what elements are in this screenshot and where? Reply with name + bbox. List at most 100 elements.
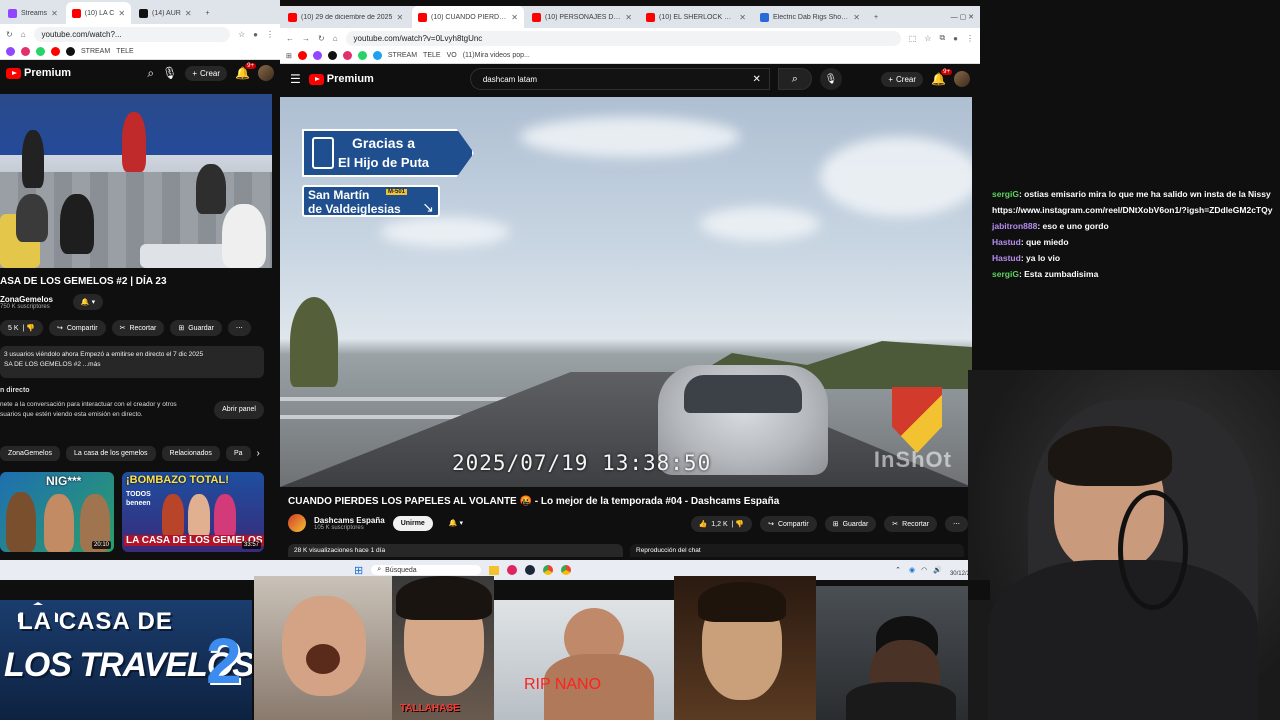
save-button[interactable]: ⊞ Guardar bbox=[170, 320, 222, 336]
bookmark-icon[interactable] bbox=[6, 47, 15, 56]
app-icon[interactable] bbox=[507, 565, 518, 575]
folder-icon[interactable] bbox=[489, 565, 500, 575]
bookmark-icon[interactable] bbox=[312, 51, 322, 60]
chat-replay-header[interactable]: Reproducción del chat bbox=[630, 544, 964, 557]
mic-icon[interactable]: 🎙 bbox=[819, 68, 842, 90]
open-panel-button[interactable]: Abrir panel bbox=[214, 401, 264, 419]
clear-icon[interactable]: ✕ bbox=[752, 74, 760, 85]
reload-icon[interactable]: ↻ bbox=[6, 30, 13, 39]
search-icon[interactable]: ⌕ bbox=[147, 66, 154, 81]
star-icon[interactable]: ☆ bbox=[238, 30, 245, 39]
left-description-box[interactable]: 3 usuarios viéndolo ahora Empezó a emiti… bbox=[0, 346, 264, 378]
bookmark-folder[interactable]: STREAM bbox=[388, 52, 417, 59]
bookmark-icon[interactable] bbox=[21, 47, 30, 56]
close-icon[interactable]: ✕ bbox=[396, 13, 403, 22]
tray-chevron-icon[interactable]: ⌃ bbox=[895, 566, 901, 574]
like-button[interactable]: 👍 1,2 K | 👎 bbox=[690, 516, 753, 532]
close-icon[interactable]: ✕ bbox=[853, 13, 860, 22]
left-tab-1[interactable]: (10) LA C ✕ bbox=[65, 2, 132, 24]
more-button[interactable]: ⋯ bbox=[227, 320, 251, 336]
more-button[interactable]: ⋯ bbox=[945, 516, 968, 532]
chrome-icon[interactable] bbox=[561, 565, 572, 575]
close-icon[interactable]: ✕ bbox=[185, 9, 192, 18]
window-controls[interactable]: — ▢ ✕ bbox=[945, 6, 980, 28]
share-button[interactable]: ↪ Compartir bbox=[49, 320, 106, 336]
tray-icon[interactable]: ◉ bbox=[909, 566, 915, 574]
main-tab-2[interactable]: (10) PERSONAJES DE LA ISR ✕ bbox=[526, 6, 638, 28]
home-icon[interactable]: ⌂ bbox=[333, 34, 338, 43]
install-icon[interactable]: ⬚ bbox=[909, 34, 917, 43]
main-video-player[interactable]: Gracias a El Hijo de Puta San Martín M-5… bbox=[280, 97, 972, 487]
avatar[interactable] bbox=[954, 71, 970, 87]
home-icon[interactable]: ⌂ bbox=[21, 30, 26, 39]
main-tab-1[interactable]: (10) CUANDO PIERDES L ✕ bbox=[412, 6, 524, 28]
youtube-logo[interactable]: Premium bbox=[308, 73, 374, 85]
channel-avatar[interactable] bbox=[288, 514, 306, 532]
main-url-field[interactable]: youtube.com/watch?v=0Lvyh8tgUnc bbox=[345, 30, 901, 46]
reload-icon[interactable]: ↻ bbox=[318, 34, 325, 43]
bookmark-icon[interactable] bbox=[297, 51, 307, 60]
share-button[interactable]: ↪ Compartir bbox=[760, 516, 817, 532]
left-video-player[interactable] bbox=[0, 94, 272, 268]
left-url-field[interactable]: youtube.com/watch?... bbox=[33, 26, 230, 42]
close-icon[interactable]: ✕ bbox=[51, 9, 58, 18]
bookmark-tele[interactable]: TELE bbox=[116, 48, 134, 55]
close-icon[interactable]: ✕ bbox=[739, 13, 746, 22]
bookmark-icon[interactable] bbox=[66, 47, 75, 56]
bookmark-icon[interactable] bbox=[342, 51, 352, 60]
bookmark-stream[interactable]: STREAM bbox=[81, 48, 110, 55]
new-tab-button[interactable]: + bbox=[868, 6, 884, 28]
related-thumbnail[interactable]: ¡BOMBAZO TOTAL! TODOS beneen LA CASA DE … bbox=[122, 472, 264, 552]
windows-start-icon[interactable]: ⊞ bbox=[354, 564, 363, 577]
save-button[interactable]: ⊞ Guardar bbox=[824, 516, 877, 532]
subscribed-bell-button[interactable]: 🔔 ▾ bbox=[72, 294, 104, 310]
join-button[interactable]: Unirme bbox=[392, 515, 433, 531]
create-button[interactable]: + Crear bbox=[185, 65, 228, 81]
profile-icon[interactable]: ● bbox=[253, 30, 258, 39]
notification-bell-icon[interactable]: 🔔 9+ bbox=[931, 69, 952, 86]
apps-icon[interactable]: ⊞ bbox=[286, 52, 292, 60]
main-tab-4[interactable]: Electric Dab Rigs Shop | Puff ✕ bbox=[754, 6, 866, 28]
menu-icon[interactable]: ⋮ bbox=[266, 30, 274, 39]
new-tab-button[interactable]: + bbox=[200, 2, 216, 24]
menu-icon[interactable]: ⋮ bbox=[966, 34, 974, 43]
channel-name[interactable]: Dashcams España bbox=[314, 516, 385, 525]
wifi-icon[interactable]: ◠ bbox=[921, 566, 927, 574]
volume-icon[interactable]: 🔊 bbox=[933, 566, 942, 574]
bookmark-icon[interactable] bbox=[51, 47, 60, 56]
mic-icon[interactable]: 🎙 bbox=[162, 66, 177, 80]
bookmark-folder[interactable]: VO bbox=[447, 52, 457, 59]
profile-icon[interactable]: ● bbox=[953, 34, 958, 43]
main-views-line[interactable]: 28 K visualizaciones hace 1 día bbox=[288, 544, 623, 557]
chrome-icon[interactable] bbox=[543, 565, 554, 575]
steam-icon[interactable] bbox=[525, 565, 536, 575]
create-button[interactable]: + Crear bbox=[881, 71, 924, 87]
forward-icon[interactable]: → bbox=[302, 34, 310, 43]
chip[interactable]: La casa de los gemelos bbox=[65, 446, 156, 461]
chevron-right-icon[interactable]: › bbox=[257, 448, 260, 459]
hamburger-menu-icon[interactable]: ☰ bbox=[290, 72, 301, 86]
bookmark-icon[interactable] bbox=[372, 51, 382, 60]
left-tab-2[interactable]: (14) AUR ✕ bbox=[133, 2, 198, 24]
avatar[interactable] bbox=[258, 65, 274, 81]
left-tab-0[interactable]: Streams ✕ bbox=[2, 2, 64, 24]
bookmark-link[interactable]: (11)Mira videos pop... bbox=[463, 52, 530, 59]
extensions-icon[interactable]: ⧉ bbox=[939, 33, 945, 43]
chip[interactable]: Relacionados bbox=[161, 446, 220, 461]
star-icon[interactable]: ☆ bbox=[924, 34, 931, 43]
close-icon[interactable]: ✕ bbox=[625, 13, 632, 22]
chip[interactable]: Pa bbox=[225, 446, 251, 461]
search-input[interactable]: dashcam latam ✕ bbox=[469, 68, 770, 90]
bookmark-icon[interactable] bbox=[36, 47, 45, 56]
close-icon[interactable]: ✕ bbox=[511, 13, 518, 22]
subscribed-bell-button[interactable]: 🔔 ▾ bbox=[441, 515, 471, 531]
clip-button[interactable]: ✂ Recortar bbox=[884, 516, 937, 532]
clip-button[interactable]: ✂ Recortar bbox=[111, 320, 165, 336]
close-icon[interactable]: ✕ bbox=[118, 9, 125, 18]
youtube-logo[interactable]: Premium bbox=[6, 67, 71, 79]
notification-bell-icon[interactable]: 🔔 9+ bbox=[235, 63, 256, 80]
related-thumbnail[interactable]: NIG*** 20:10 bbox=[0, 472, 114, 552]
bookmark-icon[interactable] bbox=[357, 51, 367, 60]
channel-name[interactable]: ZonaGemelos bbox=[0, 295, 53, 304]
back-icon[interactable]: ← bbox=[286, 34, 294, 43]
